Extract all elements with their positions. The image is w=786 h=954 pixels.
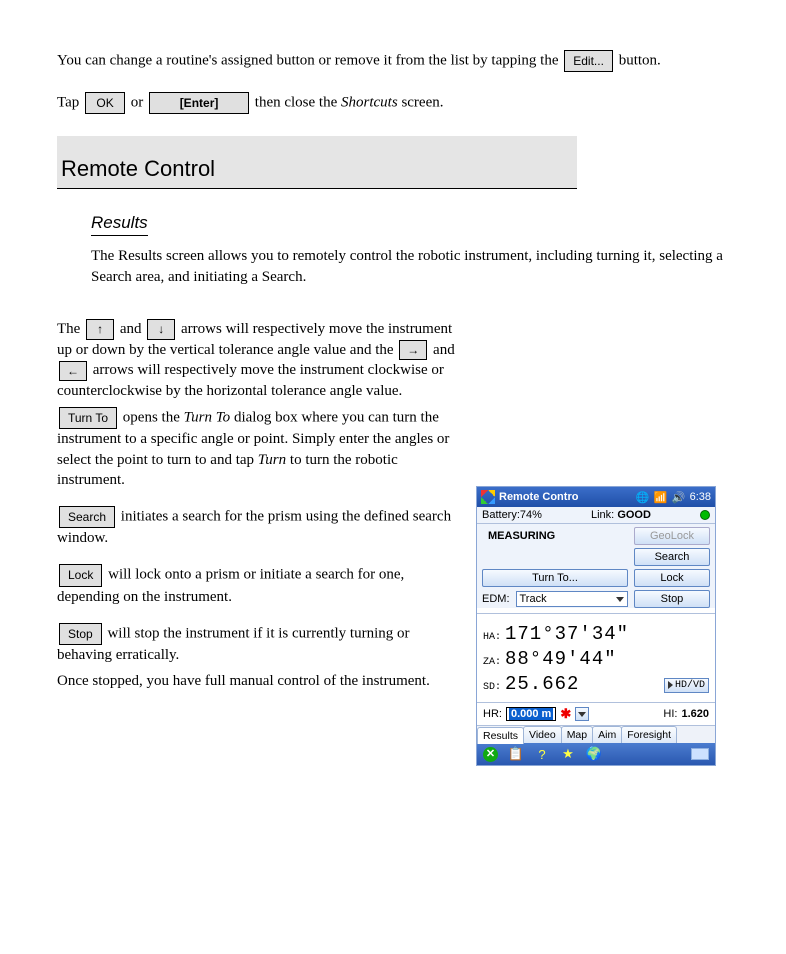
battery-label: Battery: [482, 509, 520, 521]
text: You can change a routine's assigned butt… [57, 53, 559, 69]
up-arrow-icon[interactable]: ↑ [86, 319, 114, 339]
text: then close the [255, 95, 341, 111]
tab-results[interactable]: Results [477, 727, 524, 744]
text: will lock onto a prism or initiate a sea… [57, 567, 404, 605]
text: initiates a search for the prism using t… [57, 509, 451, 547]
hr-dropdown[interactable] [575, 707, 589, 721]
device-stop-button[interactable]: Stop [634, 590, 710, 608]
hi-label: HI: [663, 708, 677, 720]
lock-button[interactable]: Lock [59, 564, 102, 586]
tab-video[interactable]: Video [523, 726, 562, 743]
turn-label: Turn [258, 452, 286, 468]
tab-map[interactable]: Map [561, 726, 593, 743]
za-value: 88°49'44" [505, 648, 617, 670]
star-icon[interactable]: ★ [560, 746, 576, 762]
world-icon[interactable]: 🌍 [586, 746, 602, 762]
device-lock-button[interactable]: Lock [634, 569, 710, 587]
hr-label: HR: [483, 708, 502, 720]
battery-value: 74% [520, 509, 542, 521]
chevron-down-icon [616, 597, 624, 602]
stop-para-2: Once stopped, you have full manual contr… [57, 671, 457, 691]
volume-icon[interactable]: 🔊 [672, 490, 686, 504]
prism-icon: ✱ [560, 706, 571, 722]
edit-button[interactable]: Edit... [564, 50, 613, 72]
device-titlebar: Remote Contro 🌐 📶 🔊 6:38 [477, 487, 715, 507]
stop-button[interactable]: Stop [59, 623, 102, 645]
search-para: Search initiates a search for the prism … [57, 506, 457, 548]
enter-button[interactable]: [Enter] [149, 92, 249, 114]
text: arrows will respectively move the instru… [57, 362, 444, 399]
hdvd-button[interactable]: HD/VD [664, 678, 709, 693]
hr-input[interactable]: 0.000 m [506, 707, 556, 721]
shortcuts-label: Shortcuts [341, 95, 398, 111]
down-arrow-icon[interactable]: ↓ [147, 319, 175, 339]
windows-logo-icon [481, 490, 495, 504]
edm-value: Track [520, 593, 547, 605]
link-label: Link: [591, 509, 614, 521]
turnto-dialog-name: Turn To [184, 410, 231, 426]
device-screenshot: Remote Contro 🌐 📶 🔊 6:38 Battery:74% Lin… [476, 486, 716, 766]
readouts: HA: 171°37'34" ZA: 88°49'44" SD: 25.662 … [477, 613, 715, 702]
arrows-para: The ↑ and ↓ arrows will respectively mov… [57, 319, 457, 401]
subheading-results: Results [91, 213, 148, 236]
text: and [120, 321, 142, 337]
za-label: ZA: [483, 657, 505, 668]
hr-row: HR: 0.000 m ✱ HI: 1.620 [477, 702, 715, 725]
text: button. [619, 53, 661, 69]
text: screen. [398, 95, 444, 111]
edm-label: EDM: [482, 593, 510, 605]
left-arrow-icon[interactable]: ← [59, 361, 87, 381]
lock-para: Lock will lock onto a prism or initiate … [57, 564, 457, 606]
geolock-button: GeoLock [634, 527, 710, 545]
help-icon[interactable]: ? [534, 746, 550, 762]
state-label: MEASURING [482, 530, 628, 542]
para-edit: You can change a routine's assigned butt… [57, 50, 729, 72]
text: opens the [123, 410, 184, 426]
sd-value: 25.662 [505, 673, 579, 695]
text: will stop the instrument if it is curren… [57, 625, 409, 663]
text: arrows will respectively move the instru… [57, 321, 452, 358]
text: The [57, 321, 80, 337]
edm-select[interactable]: Track [516, 591, 629, 607]
right-arrow-icon[interactable]: → [399, 340, 427, 360]
clock: 6:38 [690, 491, 711, 503]
ha-value: 171°37'34" [505, 623, 629, 645]
turnto-para: Turn To opens the Turn To dialog box whe… [57, 407, 457, 490]
chevron-down-icon [578, 712, 586, 717]
control-area: MEASURING GeoLock Search Turn To... Lock… [477, 524, 715, 608]
device-search-button[interactable]: Search [634, 548, 710, 566]
status-dot-icon [700, 510, 710, 520]
para-ok: Tap OK or [Enter] then close the Shortcu… [57, 92, 729, 114]
link-value: GOOD [617, 509, 651, 521]
search-button[interactable]: Search [59, 506, 115, 528]
stop-para: Stop will stop the instrument if it is c… [57, 623, 457, 665]
section-title-remote-control: Remote Control [57, 136, 577, 189]
results-body: The Results screen allows you to remotel… [91, 246, 729, 287]
sd-label: SD: [483, 682, 505, 693]
window-title: Remote Contro [499, 491, 632, 503]
ha-label: HA: [483, 632, 505, 643]
text: or [131, 95, 144, 111]
tab-aim[interactable]: Aim [592, 726, 622, 743]
tab-foresight[interactable]: Foresight [621, 726, 677, 743]
text: and [433, 342, 455, 358]
hdvd-label: HD/VD [675, 680, 705, 691]
triangle-right-icon [668, 681, 673, 689]
tabs: Results Video Map Aim Foresight [477, 725, 715, 743]
hi-value: 1.620 [681, 708, 709, 720]
keyboard-icon[interactable] [691, 748, 709, 760]
status-row: Battery:74% Link: GOOD [477, 507, 715, 524]
device-turnto-button[interactable]: Turn To... [482, 569, 628, 587]
bottom-toolbar: ✕ 📋 ? ★ 🌍 [477, 743, 715, 765]
clipboard-icon[interactable]: 📋 [508, 746, 524, 762]
signal-icon[interactable]: 📶 [654, 490, 668, 504]
close-icon[interactable]: ✕ [483, 747, 498, 762]
turnto-button[interactable]: Turn To [59, 407, 117, 429]
connectivity-icon[interactable]: 🌐 [636, 490, 650, 504]
ok-button[interactable]: OK [85, 92, 125, 114]
text: Tap [57, 95, 79, 111]
